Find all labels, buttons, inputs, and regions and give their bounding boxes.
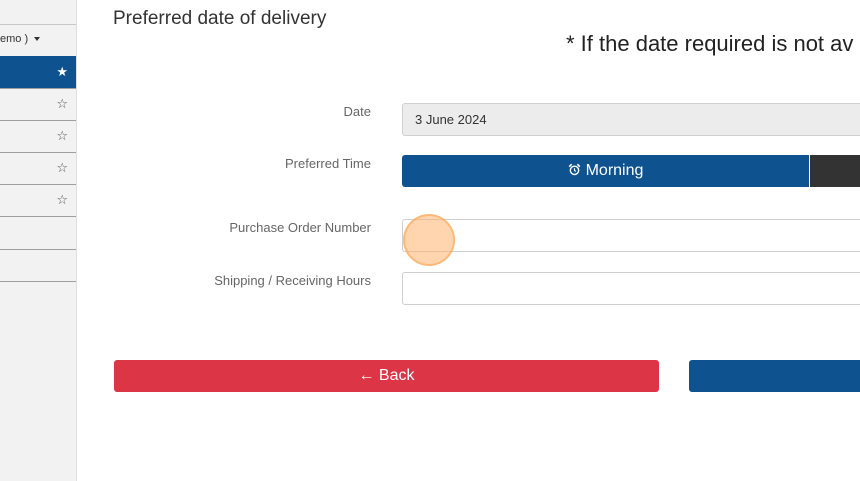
- sidebar-item-5[interactable]: ☆: [0, 184, 76, 216]
- back-button[interactable]: ← Back: [114, 360, 659, 392]
- sidebar-item-7[interactable]: [0, 249, 76, 281]
- sidebar-divider: [0, 281, 76, 282]
- page: emo ) ★ ☆ ☆ ☆ ☆ Preferred date of delive…: [0, 0, 860, 481]
- date-value: 3 June 2024: [415, 112, 487, 127]
- star-filled-icon[interactable]: ★: [56, 64, 68, 80]
- shipping-hours-input[interactable]: [402, 272, 860, 305]
- click-indicator: [403, 214, 455, 266]
- section-title: Preferred date of delivery: [113, 8, 327, 29]
- star-outline-icon[interactable]: ☆: [56, 192, 68, 208]
- sidebar-item-1[interactable]: ★: [0, 56, 76, 88]
- date-notice: * If the date required is not av: [566, 31, 854, 56]
- sidebar: emo ) ★ ☆ ☆ ☆ ☆: [0, 0, 77, 481]
- next-button[interactable]: [689, 360, 860, 392]
- caret-down-icon: [34, 37, 40, 41]
- morning-time-button[interactable]: Morning: [402, 155, 809, 187]
- other-time-button[interactable]: [810, 155, 860, 187]
- preferred-time-label: Preferred Time: [285, 156, 371, 171]
- morning-label: Morning: [585, 162, 644, 179]
- date-label: Date: [343, 104, 371, 119]
- po-number-input[interactable]: [402, 219, 860, 252]
- sidebar-dropdown[interactable]: emo ): [0, 24, 76, 56]
- sidebar-item-2[interactable]: ☆: [0, 88, 76, 120]
- sidebar-item-3[interactable]: ☆: [0, 120, 76, 152]
- date-field[interactable]: 3 June 2024: [402, 103, 860, 136]
- star-outline-icon[interactable]: ☆: [56, 160, 68, 176]
- star-outline-icon[interactable]: ☆: [56, 128, 68, 144]
- po-number-label: Purchase Order Number: [229, 220, 371, 235]
- shipping-hours-label: Shipping / Receiving Hours: [214, 273, 371, 288]
- sidebar-item-6[interactable]: [0, 216, 76, 248]
- sidebar-dropdown-label: emo ): [0, 33, 29, 45]
- sidebar-item-4[interactable]: ☆: [0, 152, 76, 184]
- alarm-clock-icon: [568, 163, 580, 176]
- star-outline-icon[interactable]: ☆: [56, 96, 68, 112]
